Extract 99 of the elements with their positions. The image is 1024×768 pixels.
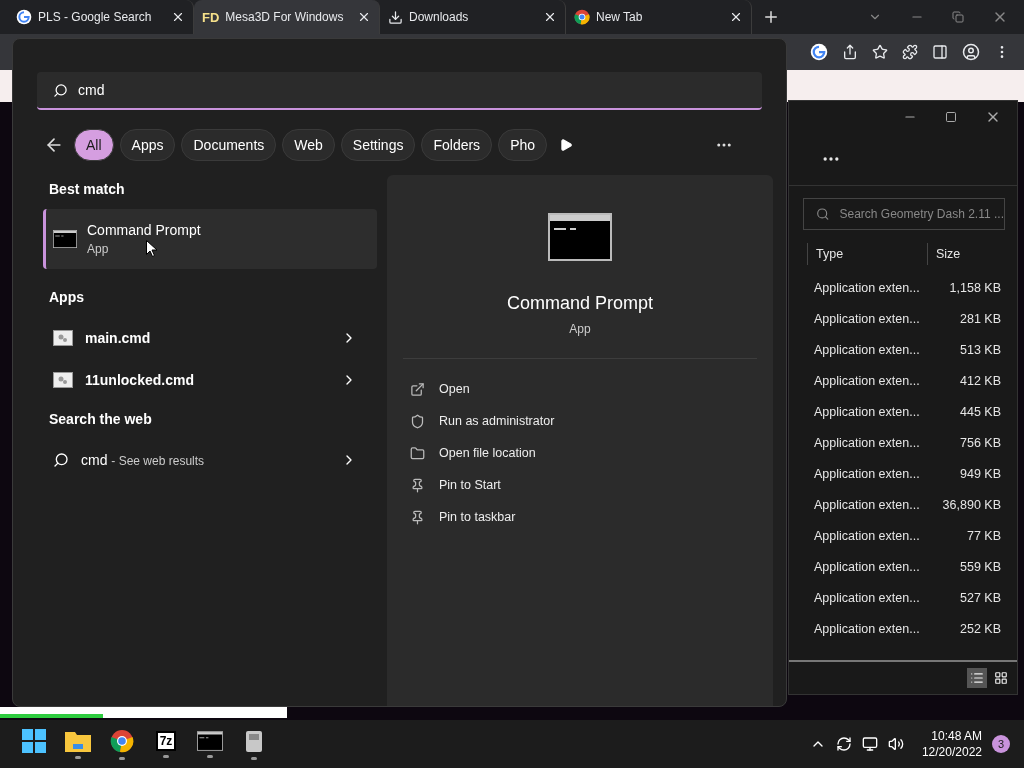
download-icon <box>388 9 403 25</box>
table-cell-text: 252 KB <box>959 621 1001 636</box>
result-subtitle: App <box>87 242 109 256</box>
table-cell-text: 513 KB <box>959 342 1001 357</box>
result-title: Command Prompt <box>87 222 201 238</box>
chrome-icon[interactable] <box>110 728 134 753</box>
site-icon: FD <box>202 9 220 25</box>
close-icon[interactable] <box>171 10 185 24</box>
folder-icon[interactable] <box>65 729 91 752</box>
table-cell-text: 559 KB <box>959 559 1001 574</box>
search-field[interactable]: cmd <box>37 72 762 110</box>
filter-chip[interactable]: Web <box>282 129 335 161</box>
filter-chip[interactable]: Settings <box>340 129 416 161</box>
script-file-icon <box>53 372 73 388</box>
table-cell-text: Application exten... <box>814 497 921 512</box>
web-result[interactable]: cmd - See web results <box>81 452 329 468</box>
folder-icon <box>410 445 425 461</box>
terminal-icon <box>548 211 612 263</box>
sync-icon[interactable] <box>835 736 852 752</box>
search-placeholder: Search Geometry Dash 2.11 ... <box>839 207 1004 221</box>
result-title[interactable]: 11unlocked.cmd <box>85 372 329 388</box>
grid-icon <box>994 671 1008 685</box>
details-view-button[interactable] <box>967 668 987 688</box>
search-query: cmd <box>78 82 105 98</box>
table-cell-text: 412 KB <box>959 373 1001 388</box>
new-tab-icon[interactable] <box>762 8 780 26</box>
search-icon <box>53 452 69 468</box>
table-cell-text: Application exten... <box>814 373 921 388</box>
table-cell-text: 527 KB <box>959 590 1001 605</box>
maximize-icon[interactable] <box>945 111 957 123</box>
google-icon <box>810 43 828 61</box>
archiver-icon[interactable]: 7z <box>155 730 177 751</box>
terminal-icon <box>197 730 223 751</box>
table-cell-text: Application exten... <box>814 404 921 419</box>
shield-icon <box>410 413 425 429</box>
notification-badge[interactable]: 3 <box>992 735 1010 753</box>
restore-icon[interactable] <box>952 11 964 23</box>
table-cell-text: 77 KB <box>965 528 1001 543</box>
close-icon[interactable] <box>729 10 743 24</box>
table-cell-text: 445 KB <box>959 404 1001 419</box>
section-heading: Apps <box>49 289 85 305</box>
preview-title: Command Prompt <box>506 293 654 314</box>
star-icon[interactable] <box>872 44 888 60</box>
filter-chip[interactable]: All <box>74 129 114 161</box>
section-heading: Best match <box>49 181 126 197</box>
cursor-icon <box>146 240 157 257</box>
column-header[interactable]: Type <box>807 243 927 265</box>
action-link[interactable]: Open file location <box>439 446 536 460</box>
list-icon <box>970 671 984 685</box>
windows-icon[interactable] <box>22 728 46 753</box>
section-heading: Search the web <box>49 411 153 427</box>
column-header[interactable]: Size <box>927 243 1007 265</box>
play-icon[interactable] <box>559 138 574 152</box>
table-cell-text: Application exten... <box>814 559 921 574</box>
table-cell-text: Application exten... <box>814 280 921 295</box>
search-icon <box>816 207 830 221</box>
table-cell-text: Application exten... <box>814 311 921 326</box>
tool-icon[interactable] <box>245 728 263 753</box>
filter-chip[interactable]: Folders <box>421 129 493 161</box>
search-icon <box>53 82 68 98</box>
table-cell-text: 281 KB <box>959 311 1001 326</box>
filter-chip[interactable]: Pho <box>498 129 548 161</box>
clock[interactable]: 10:48 AM 12/20/2022 <box>921 728 982 760</box>
table-cell-text: 756 KB <box>959 435 1001 450</box>
action-link[interactable]: Pin to Start <box>439 478 501 492</box>
action-link[interactable]: Pin to taskbar <box>439 510 516 524</box>
share-icon[interactable] <box>842 44 858 60</box>
profile-icon[interactable] <box>962 43 980 61</box>
close-icon[interactable] <box>357 10 371 24</box>
pin-icon <box>410 509 425 525</box>
volume-icon[interactable] <box>887 736 904 752</box>
script-file-icon <box>53 330 73 346</box>
table-cell-text: Application exten... <box>814 590 921 605</box>
table-cell-text: Application exten... <box>814 528 921 543</box>
best-match-item[interactable]: Command Prompt App <box>43 209 377 269</box>
preview-subtitle: App <box>569 322 591 336</box>
side-panel-icon[interactable] <box>932 44 948 60</box>
open-icon <box>410 381 425 397</box>
google-icon <box>16 9 32 25</box>
extensions-icon[interactable] <box>902 44 918 60</box>
action-link[interactable]: Open <box>439 382 470 396</box>
close-icon[interactable] <box>543 10 557 24</box>
filter-chip[interactable]: Documents <box>181 129 277 161</box>
table-cell-text: 36,890 KB <box>941 497 1001 512</box>
table-cell-text: Application exten... <box>814 466 921 481</box>
table-cell-text: 949 KB <box>959 466 1001 481</box>
filter-chip[interactable]: Apps <box>119 129 176 161</box>
chrome-icon <box>574 9 590 25</box>
action-link[interactable]: Run as administrator <box>439 414 555 428</box>
table-cell-text: Application exten... <box>814 435 921 450</box>
table-cell-text: Application exten... <box>814 621 921 636</box>
network-icon[interactable] <box>861 736 878 752</box>
terminal-icon <box>53 230 77 248</box>
search-field[interactable]: Search Geometry Dash 2.11 ... <box>803 198 1005 230</box>
table-cell-text: Application exten... <box>814 342 921 357</box>
pin-icon <box>410 477 425 493</box>
table-cell-text: 1,158 KB <box>948 280 1001 295</box>
result-title[interactable]: main.cmd <box>85 330 329 346</box>
browser-tab[interactable]: FD Mesa3D For Windows <box>194 0 380 34</box>
